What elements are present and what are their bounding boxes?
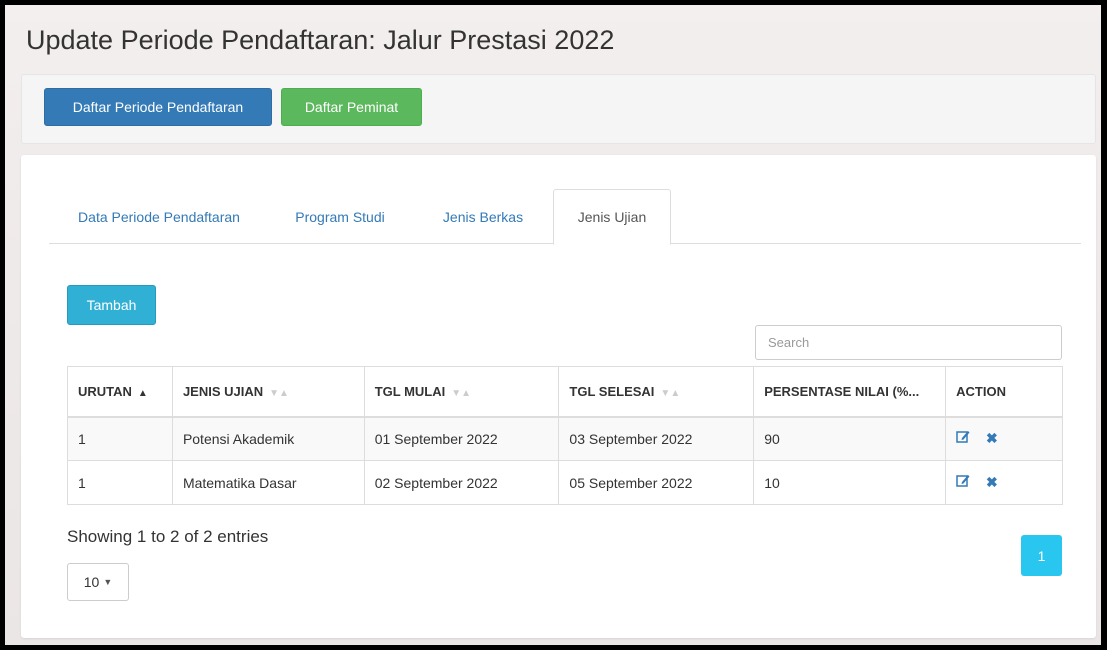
table-row: 1 Matematika Dasar 02 September 2022 05 … xyxy=(67,460,1063,505)
column-label: JENIS UJIAN xyxy=(182,383,264,399)
toolbar: Daftar Periode Pendaftaran Daftar Pemina… xyxy=(21,74,1096,144)
column-urutan[interactable]: URUTAN ▲ xyxy=(67,366,173,418)
daftar-peminat-button[interactable]: Daftar Peminat xyxy=(281,88,422,126)
cell-tgl-selesai: 03 September 2022 xyxy=(558,416,755,461)
column-tgl-mulai[interactable]: TGL MULAI ▼▲ xyxy=(364,366,560,418)
table-info: Showing 1 to 2 of 2 entries xyxy=(67,527,269,546)
page-length-select[interactable]: 10 ▼ xyxy=(67,563,129,601)
cell-persentase: 90 xyxy=(753,416,947,461)
cell-tgl-selesai: 05 September 2022 xyxy=(558,460,755,505)
column-label: TGL MULAI xyxy=(374,383,446,399)
cell-action: ✖ xyxy=(945,460,1063,505)
table-header-row: URUTAN ▲ JENIS UJIAN ▼▲ TGL MULAI ▼▲ TGL SE… xyxy=(67,366,1063,418)
jenis-ujian-table: URUTAN ▲ JENIS UJIAN ▼▲ TGL MULAI ▼▲ TGL SE… xyxy=(67,366,1063,505)
tambah-button[interactable]: Tambah xyxy=(67,285,156,325)
delete-icon[interactable]: ✖ xyxy=(986,430,998,447)
cell-action: ✖ xyxy=(945,416,1063,461)
tab-data-periode[interactable]: Data Periode Pendaftaran xyxy=(49,189,269,244)
search-input[interactable] xyxy=(755,325,1062,360)
column-action: ACTION xyxy=(945,366,1063,418)
column-jenis-ujian[interactable]: JENIS UJIAN ▼▲ xyxy=(172,366,365,418)
column-label: URUTAN xyxy=(78,383,132,399)
daftar-periode-button[interactable]: Daftar Periode Pendaftaran xyxy=(44,88,272,126)
cell-jenis-ujian: Matematika Dasar xyxy=(172,460,365,505)
sort-icon: ▼▲ xyxy=(660,387,681,399)
tab-program-studi[interactable]: Program Studi xyxy=(283,189,397,244)
cell-jenis-ujian: Potensi Akademik xyxy=(172,416,365,461)
edit-icon[interactable] xyxy=(956,430,970,446)
column-label: ACTION xyxy=(956,383,1006,399)
app-frame: Update Periode Pendaftaran: Jalur Presta… xyxy=(5,5,1101,645)
sort-asc-icon: ▲ xyxy=(137,387,148,399)
cell-persentase: 10 xyxy=(753,460,947,505)
cell-urutan: 1 xyxy=(67,460,173,505)
page-length-value: 10 xyxy=(83,574,100,590)
column-persentase[interactable]: PERSENTASE NILAI (%... xyxy=(753,366,947,418)
cell-tgl-mulai: 02 September 2022 xyxy=(364,460,560,505)
tab-bar: Data Periode Pendaftaran Program Studi J… xyxy=(49,189,1081,245)
column-label: PERSENTASE NILAI (%... xyxy=(764,383,920,399)
main-panel: Data Periode Pendaftaran Program Studi J… xyxy=(21,155,1096,638)
edit-icon[interactable] xyxy=(956,474,970,490)
sort-icon: ▼▲ xyxy=(451,387,472,399)
column-tgl-selesai[interactable]: TGL SELESAI ▼▲ xyxy=(558,366,755,418)
cell-urutan: 1 xyxy=(67,416,173,461)
sort-icon: ▼▲ xyxy=(269,387,289,399)
cell-tgl-mulai: 01 September 2022 xyxy=(364,416,560,461)
tab-jenis-ujian[interactable]: Jenis Ujian xyxy=(553,189,671,245)
column-label: TGL SELESAI xyxy=(569,383,655,399)
caret-down-icon: ▼ xyxy=(103,577,113,587)
page-title: Update Periode Pendaftaran: Jalur Presta… xyxy=(26,25,615,55)
tab-jenis-berkas[interactable]: Jenis Berkas xyxy=(423,189,543,244)
table-row: 1 Potensi Akademik 01 September 2022 03 … xyxy=(67,416,1063,461)
pagination-page-1[interactable]: 1 xyxy=(1021,535,1062,576)
delete-icon[interactable]: ✖ xyxy=(986,474,998,491)
